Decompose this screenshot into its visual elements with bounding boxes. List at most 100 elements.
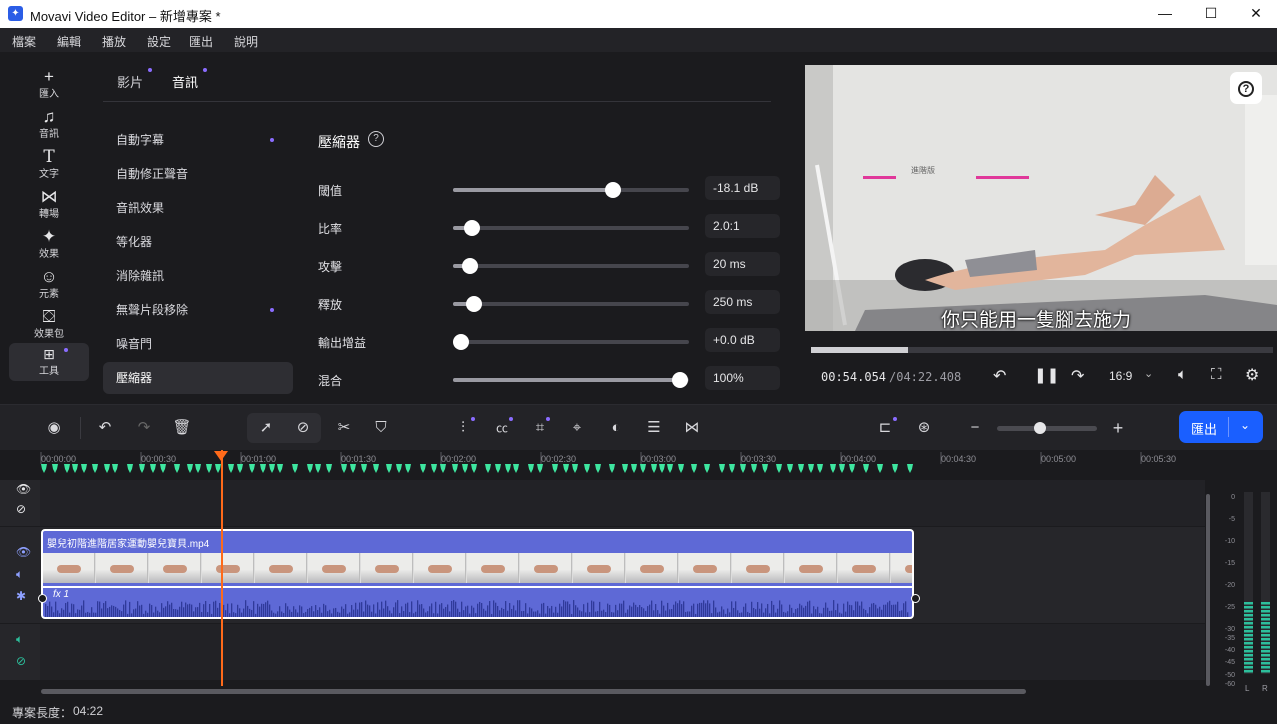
- tool-item-noise-gate[interactable]: 噪音門: [115, 328, 295, 360]
- link-icon[interactable]: ⊛: [913, 417, 935, 439]
- subtitle-marker[interactable]: [431, 464, 437, 473]
- volume-icon[interactable]: 🔈︎: [1178, 366, 1187, 383]
- subtitle-marker[interactable]: [72, 464, 78, 473]
- subtitle-marker[interactable]: [269, 464, 275, 473]
- sidebar-item-effects[interactable]: ✦ 效果: [9, 226, 89, 264]
- subtitle-marker[interactable]: [237, 464, 243, 473]
- tab-video[interactable]: 影片: [117, 72, 143, 91]
- subtitle-marker[interactable]: [174, 464, 180, 473]
- color-adjust-icon[interactable]: ◐: [605, 417, 627, 439]
- tool-item-audio-effects[interactable]: 音訊效果: [115, 192, 295, 224]
- subtitle-marker[interactable]: [667, 464, 673, 473]
- subtitle-marker[interactable]: [485, 464, 491, 473]
- pause-icon[interactable]: ❚❚: [1034, 366, 1059, 384]
- subtitle-marker[interactable]: [127, 464, 133, 473]
- sidebar-item-import[interactable]: + 匯入: [9, 66, 89, 104]
- record-icon[interactable]: ◉: [43, 417, 65, 439]
- menu-file[interactable]: 檔案: [12, 33, 36, 50]
- subtitle-marker[interactable]: [751, 464, 757, 473]
- link-icon[interactable]: ⊘: [16, 502, 26, 516]
- subtitle-marker[interactable]: [678, 464, 684, 473]
- eye-icon[interactable]: 👁︎: [16, 545, 31, 559]
- subtitle-marker[interactable]: [659, 464, 665, 473]
- subtitle-marker[interactable]: [277, 464, 283, 473]
- gear-icon[interactable]: ⚙: [1245, 365, 1259, 385]
- subtitle-marker[interactable]: [622, 464, 628, 473]
- param-value-field[interactable]: 20 ms: [705, 252, 780, 276]
- param-value-field[interactable]: 250 ms: [705, 290, 780, 314]
- subtitle-marker[interactable]: [260, 464, 266, 473]
- slider-thumb[interactable]: [463, 220, 480, 236]
- slider-thumb[interactable]: [605, 182, 622, 198]
- subtitle-marker[interactable]: [52, 464, 58, 473]
- rewind-icon[interactable]: ↶: [993, 366, 1006, 386]
- param-slider[interactable]: [453, 258, 689, 274]
- tool-item-auto-fix-sound[interactable]: 自動修正聲音: [115, 158, 295, 190]
- subtitle-marker[interactable]: [160, 464, 166, 473]
- forward-icon[interactable]: ↷: [1071, 366, 1084, 386]
- sidebar-item-text[interactable]: T 文字: [9, 146, 89, 184]
- subtitle-marker[interactable]: [195, 464, 201, 473]
- subtitle-marker[interactable]: [863, 464, 869, 473]
- subtitle-marker[interactable]: [405, 464, 411, 473]
- maximize-button[interactable]: ☐: [1188, 0, 1234, 28]
- param-slider[interactable]: [453, 182, 689, 198]
- subtitle-marker[interactable]: [704, 464, 710, 473]
- tool-item-auto-subtitles[interactable]: 自動字幕: [115, 124, 295, 156]
- menu-export[interactable]: 匯出: [189, 33, 213, 50]
- subtitle-marker[interactable]: [762, 464, 768, 473]
- cursor-icon[interactable]: ➚: [255, 417, 277, 439]
- horizontal-scrollbar[interactable]: [41, 689, 1026, 694]
- subtitle-marker[interactable]: [740, 464, 746, 473]
- shield-icon[interactable]: ⛉: [370, 417, 392, 439]
- subtitle-marker[interactable]: [849, 464, 855, 473]
- tool-item-equalizer[interactable]: 等化器: [115, 226, 295, 258]
- subtitle-marker[interactable]: [420, 464, 426, 473]
- param-value-field[interactable]: -18.1 dB: [705, 176, 780, 200]
- subtitle-marker[interactable]: [839, 464, 845, 473]
- tab-audio[interactable]: 音訊: [172, 72, 198, 91]
- subtitle-marker[interactable]: [307, 464, 313, 473]
- menu-edit[interactable]: 編輯: [57, 33, 81, 50]
- subtitle-marker[interactable]: [228, 464, 234, 473]
- zoom-out-icon[interactable]: −: [964, 417, 986, 439]
- subtitle-marker[interactable]: [315, 464, 321, 473]
- tool-item-compressor[interactable]: 壓縮器: [103, 362, 293, 394]
- slider-thumb[interactable]: [453, 334, 470, 350]
- subtitle-marker[interactable]: [572, 464, 578, 473]
- subtitle-marker[interactable]: [41, 464, 47, 473]
- redo-icon[interactable]: ↷: [133, 417, 155, 439]
- track-row-overlay[interactable]: [40, 480, 1205, 526]
- video-clip[interactable]: 嬰兒初階進階居家運動嬰兒寶貝.mp4 fx 1: [41, 529, 914, 619]
- chevron-down-icon[interactable]: ⌄: [1144, 367, 1153, 380]
- subtitle-marker[interactable]: [471, 464, 477, 473]
- subtitle-marker[interactable]: [595, 464, 601, 473]
- subtitle-marker[interactable]: [640, 464, 646, 473]
- eye-icon[interactable]: 👁︎: [16, 482, 31, 496]
- subtitle-marker[interactable]: [877, 464, 883, 473]
- slider-thumb[interactable]: [466, 296, 483, 312]
- subtitle-marker[interactable]: [187, 464, 193, 473]
- sidebar-item-effect-pack[interactable]: ⛋ 效果包: [9, 306, 89, 344]
- subtitle-marker[interactable]: [719, 464, 725, 473]
- subtitle-marker[interactable]: [691, 464, 697, 473]
- subtitle-marker[interactable]: [528, 464, 534, 473]
- trash-icon[interactable]: 🗑︎: [171, 417, 193, 439]
- param-value-field[interactable]: 2.0:1: [705, 214, 780, 238]
- sidebar-item-audio[interactable]: ♫ 音訊: [9, 106, 89, 144]
- sidebar-item-transitions[interactable]: ⋈ 轉場: [9, 186, 89, 224]
- slider-thumb[interactable]: [671, 372, 688, 388]
- subtitle-marker[interactable]: [64, 464, 70, 473]
- param-value-field[interactable]: 100%: [705, 366, 780, 390]
- tool-item-noise-removal[interactable]: 消除雜訊: [115, 260, 295, 292]
- subtitle-marker[interactable]: [150, 464, 156, 473]
- subtitle-marker[interactable]: [92, 464, 98, 473]
- volume-keyframe-start[interactable]: [38, 594, 47, 603]
- subtitle-marker[interactable]: [495, 464, 501, 473]
- subtitle-marker[interactable]: [563, 464, 569, 473]
- subtitle-marker[interactable]: [552, 464, 558, 473]
- chevron-down-icon[interactable]: ⌄: [1240, 418, 1250, 432]
- subtitle-marker[interactable]: [452, 464, 458, 473]
- sliders-icon[interactable]: ☰: [643, 417, 665, 439]
- subtitle-marker[interactable]: [81, 464, 87, 473]
